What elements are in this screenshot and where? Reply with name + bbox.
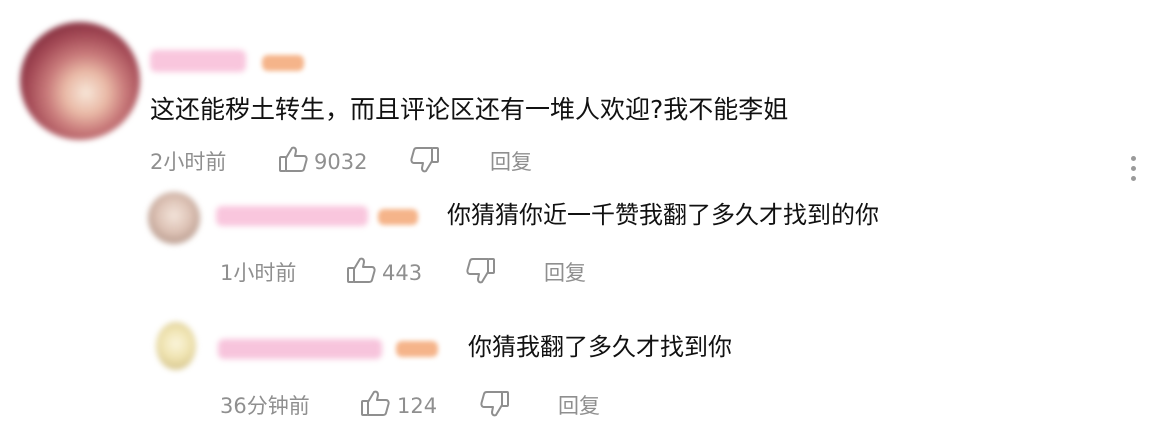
more-vertical-icon[interactable] (1127, 156, 1139, 186)
level-badge (262, 55, 304, 71)
reply-button[interactable]: 回复 (558, 393, 600, 419)
comment-time: 36分钟前 (220, 394, 310, 418)
comment-time: 2小时前 (150, 150, 227, 174)
username-blurred[interactable] (150, 50, 246, 72)
username-blurred[interactable] (218, 339, 382, 359)
level-badge (396, 341, 438, 357)
thumbs-down-icon[interactable] (480, 390, 510, 418)
comment-time: 1小时前 (220, 261, 297, 285)
username-blurred[interactable] (216, 206, 368, 226)
avatar[interactable] (156, 322, 196, 370)
thumbs-down-icon[interactable] (410, 146, 440, 174)
thumbs-up-icon[interactable] (278, 145, 308, 173)
avatar[interactable] (148, 192, 200, 244)
thumbs-up-icon[interactable] (360, 389, 390, 417)
level-badge (378, 209, 418, 225)
comment-text: 你猜猜你近一千赞我翻了多久才找到的你 (447, 201, 879, 229)
comment-text: 你猜我翻了多久才找到你 (468, 333, 732, 361)
comment-text: 这还能秽土转生，而且评论区还有一堆人欢迎?我不能李姐 (150, 95, 789, 124)
avatar[interactable] (20, 22, 140, 140)
thumbs-down-icon[interactable] (466, 257, 496, 285)
reply-button[interactable]: 回复 (544, 260, 586, 286)
like-count: 443 (382, 261, 423, 285)
like-count: 9032 (314, 150, 368, 174)
like-count: 124 (397, 394, 438, 418)
thumbs-up-icon[interactable] (346, 256, 376, 284)
reply-button[interactable]: 回复 (490, 149, 532, 175)
